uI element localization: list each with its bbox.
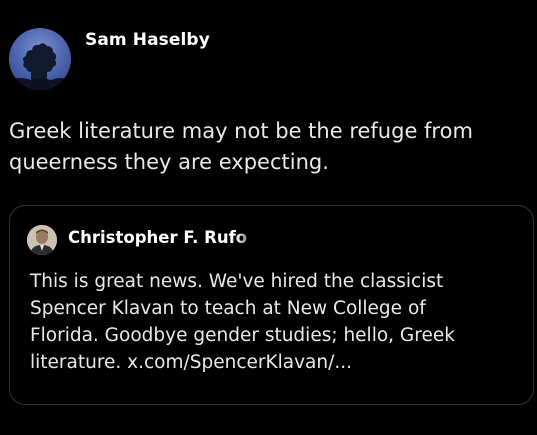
quoted-text-line: Spencer Klavan to teach at New College o… [30, 298, 426, 319]
post: Sam Haselby Greek literature may not be … [0, 0, 537, 435]
author-avatar[interactable] [9, 28, 71, 90]
post-text: Greek literature may not be the refuge f… [9, 116, 534, 178]
name-fade-overlay [236, 224, 266, 252]
tree-silhouette-icon [9, 43, 71, 90]
author-name[interactable]: Sam Haselby [85, 30, 210, 50]
quoted-post-text: This is great news. We've hired the clas… [30, 268, 530, 376]
quoted-text-line: This is great news. We've hired the clas… [30, 271, 444, 292]
post-text-line: queerness they are expecting. [9, 150, 329, 174]
quoted-author-avatar[interactable] [27, 225, 57, 255]
quoted-author-name[interactable]: Christopher F. Rufo [68, 228, 251, 247]
quoted-text-line: literature. x.com/SpencerKlavan/... [30, 352, 352, 373]
quoted-post-card[interactable]: Christopher F. Rufo This is great news. … [9, 205, 534, 405]
quoted-text-line: Florida. Goodbye gender studies; hello, … [30, 325, 455, 346]
post-text-line: Greek literature may not be the refuge f… [9, 119, 473, 143]
person-portrait-icon [27, 225, 57, 255]
